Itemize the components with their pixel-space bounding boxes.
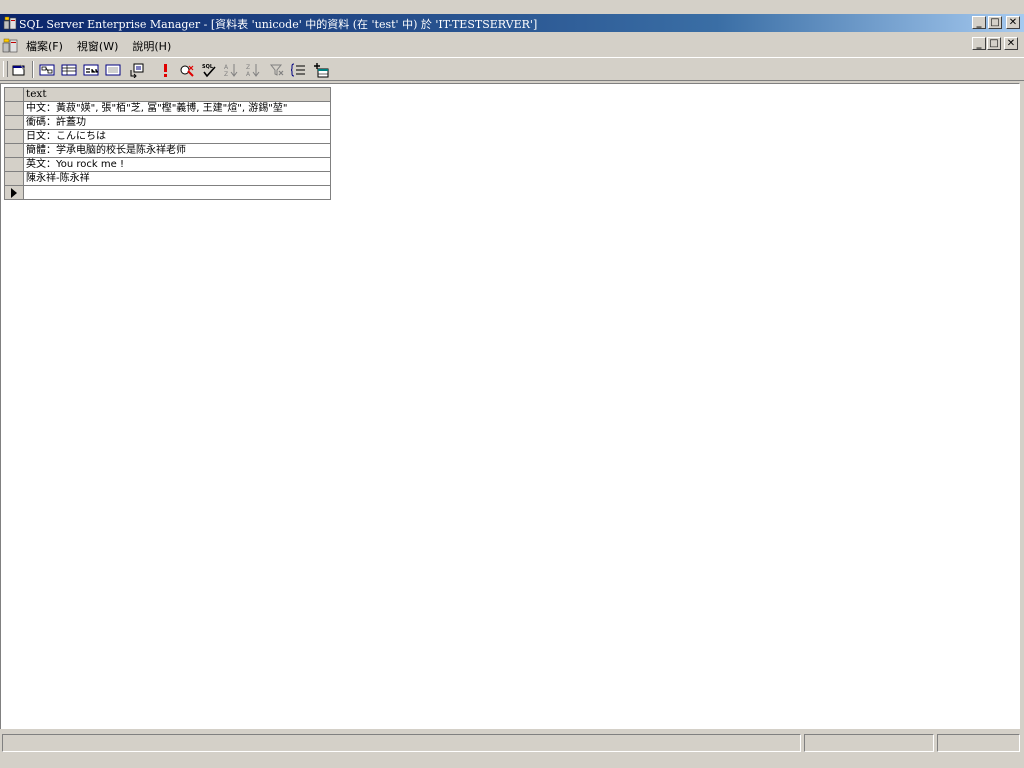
status-bar: [0, 732, 1024, 754]
grid-cell[interactable]: 陳永祥-陈永祥: [23, 171, 331, 186]
svg-text:Z: Z: [224, 71, 228, 78]
window-title: SQL Server Enterprise Manager - [資料表 'un…: [19, 18, 538, 31]
svg-text:A: A: [224, 64, 229, 71]
row-selector[interactable]: [4, 115, 24, 130]
minimize-icon: _: [976, 16, 982, 28]
grid-cell[interactable]: 英文：You rock me !: [23, 157, 331, 172]
grid-cell[interactable]: 衝碼：許蓋功: [23, 115, 331, 130]
row-selector[interactable]: [4, 129, 24, 144]
row-selector[interactable]: [4, 143, 24, 158]
current-row-arrow-icon: [11, 187, 17, 198]
grid-pane-icon: [61, 64, 77, 75]
verify-sql-button[interactable]: SQL: [200, 61, 218, 78]
results-pane-icon: [105, 64, 121, 75]
cancel-query-icon: [180, 65, 194, 77]
grid-cell[interactable]: 中文：黃菽"媖", 張"栢"芝, 冨"樫"義博, 王建"煊", 游錫"堃": [23, 101, 331, 116]
mdi-restore-button[interactable]: □: [987, 37, 1001, 50]
add-table-button[interactable]: [312, 61, 330, 78]
exclamation-icon: [164, 63, 167, 77]
run-button[interactable]: [156, 61, 174, 78]
status-panel-middle: [804, 734, 934, 752]
enterprise-manager-icon: [3, 16, 17, 30]
group-by-button[interactable]: [290, 61, 308, 78]
sort-ascending-button[interactable]: A Z: [222, 61, 240, 78]
properties-button[interactable]: [10, 61, 28, 78]
row-selector[interactable]: [4, 171, 24, 186]
mdi-minimize-button[interactable]: _: [972, 37, 986, 50]
table-row[interactable]: 英文：You rock me !: [4, 157, 331, 172]
mdi-close-button[interactable]: ✕: [1004, 37, 1018, 50]
restore-icon: □: [990, 16, 1000, 28]
grid-cell[interactable]: 簡體：学承电脑的校长是陈永祥老师: [23, 143, 331, 158]
grid-cell[interactable]: 日文：こんにちは: [23, 129, 331, 144]
menu-bar: 檔案(F) 視窗(W) 說明(H) _ □ ✕: [0, 33, 1024, 55]
row-selector[interactable]: [4, 101, 24, 116]
toolbar: SQL A Z Z A: [0, 57, 1024, 81]
minimize-icon: _: [976, 37, 982, 49]
new-row[interactable]: [4, 185, 331, 200]
table-row[interactable]: 日文：こんにちは: [4, 129, 331, 144]
close-button[interactable]: ✕: [1006, 16, 1020, 29]
query-type-icon: [130, 63, 144, 78]
remove-filter-icon: [269, 64, 284, 76]
results-grid[interactable]: text 中文：黃菽"媖", 張"栢"芝, 冨"樫"義博, 王建"煊", 游錫"…: [4, 87, 331, 200]
show-results-pane-button[interactable]: [104, 61, 122, 78]
column-header-text[interactable]: text: [23, 87, 331, 102]
sql-pane-icon: [83, 64, 99, 75]
table-row[interactable]: 衝碼：許蓋功: [4, 115, 331, 130]
table-row[interactable]: 陳永祥-陈永祥: [4, 171, 331, 186]
verify-sql-icon: SQL: [202, 64, 216, 77]
new-row-cell[interactable]: [23, 185, 331, 200]
menu-help[interactable]: 說明(H): [128, 37, 175, 55]
show-grid-pane-button[interactable]: [60, 61, 78, 78]
row-selector-corner[interactable]: [4, 87, 24, 102]
menu-file[interactable]: 檔案(F): [22, 37, 67, 55]
sort-descending-icon: Z A: [246, 63, 260, 78]
table-row[interactable]: 中文：黃菽"媖", 張"栢"芝, 冨"樫"義博, 王建"煊", 游錫"堃": [4, 101, 331, 116]
grid-header-row: text: [4, 87, 331, 102]
sort-ascending-icon: A Z: [224, 63, 238, 78]
diagram-pane-icon: [39, 64, 55, 75]
menu-window[interactable]: 視窗(W): [73, 37, 122, 55]
toolbar-grip[interactable]: [3, 61, 8, 77]
table-row[interactable]: 簡體：学承电脑的校长是陈永祥老师: [4, 143, 331, 158]
group-by-icon: [291, 63, 305, 76]
sort-descending-button[interactable]: Z A: [244, 61, 262, 78]
close-icon: ✕: [1008, 16, 1018, 28]
status-panel-main: [2, 734, 801, 752]
results-grid-pane[interactable]: text 中文：黃菽"媖", 張"栢"芝, 冨"樫"義博, 王建"煊", 游錫"…: [0, 83, 1020, 729]
cancel-query-button[interactable]: [178, 61, 196, 78]
title-bar[interactable]: SQL Server Enterprise Manager - [資料表 'un…: [0, 14, 1024, 32]
minimize-button[interactable]: _: [972, 16, 986, 29]
menus: 檔案(F) 視窗(W) 說明(H): [22, 37, 175, 55]
properties-icon: [12, 63, 25, 75]
show-sql-pane-button[interactable]: [82, 61, 100, 78]
svg-text:A: A: [246, 71, 251, 78]
show-diagram-pane-button[interactable]: [38, 61, 56, 78]
status-panel-right: [937, 734, 1020, 752]
document-window-icon[interactable]: [2, 37, 18, 53]
add-table-icon: [314, 62, 329, 77]
row-selector[interactable]: [4, 157, 24, 172]
app-window: SQL Server Enterprise Manager - [資料表 'un…: [0, 0, 1024, 768]
current-row-selector[interactable]: [4, 185, 24, 200]
caption-buttons: _ □ ✕: [972, 16, 1020, 30]
mdi-caption-buttons: _ □ ✕: [972, 37, 1018, 50]
remove-filter-button[interactable]: [268, 61, 286, 78]
maximize-button[interactable]: □: [988, 16, 1002, 29]
close-icon: ✕: [1006, 37, 1016, 49]
svg-text:Z: Z: [246, 64, 250, 71]
restore-icon: □: [989, 37, 999, 49]
change-query-type-button[interactable]: [128, 61, 146, 78]
